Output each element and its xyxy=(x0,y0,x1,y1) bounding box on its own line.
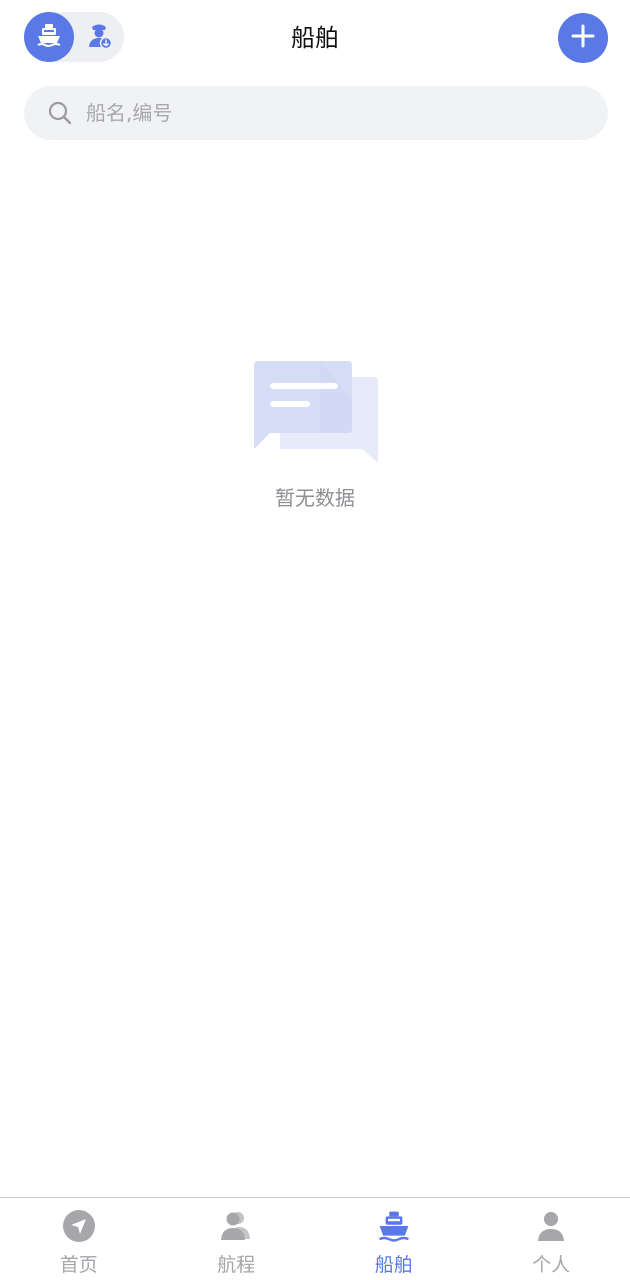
empty-state-text: 暂无数据 xyxy=(275,486,355,510)
plus-icon xyxy=(570,23,596,53)
person-icon xyxy=(533,1208,569,1244)
add-ship-button[interactable] xyxy=(558,13,608,63)
tab-profile-label: 个人 xyxy=(532,1254,571,1276)
ship-icon xyxy=(376,1208,412,1244)
search-bar[interactable] xyxy=(24,86,608,140)
people-icon xyxy=(218,1208,254,1244)
search-icon xyxy=(46,99,74,127)
tab-home-label: 首页 xyxy=(59,1254,98,1276)
tab-ships-label: 船舶 xyxy=(374,1254,413,1276)
tab-ships[interactable]: 船舶 xyxy=(315,1198,473,1280)
tab-voyage[interactable]: 航程 xyxy=(158,1198,316,1280)
tab-voyage-label: 航程 xyxy=(217,1254,256,1276)
page-title: 船舶 xyxy=(291,24,339,52)
header: 船舶 xyxy=(0,0,630,76)
search-input[interactable] xyxy=(86,101,566,125)
message-bubbles-icon xyxy=(250,355,380,467)
tab-home[interactable]: 首页 xyxy=(0,1198,158,1280)
tab-profile[interactable]: 个人 xyxy=(473,1198,630,1280)
tab-bar: 首页 航程 船舶 个人 xyxy=(0,1197,630,1280)
navigation-icon xyxy=(61,1208,97,1244)
